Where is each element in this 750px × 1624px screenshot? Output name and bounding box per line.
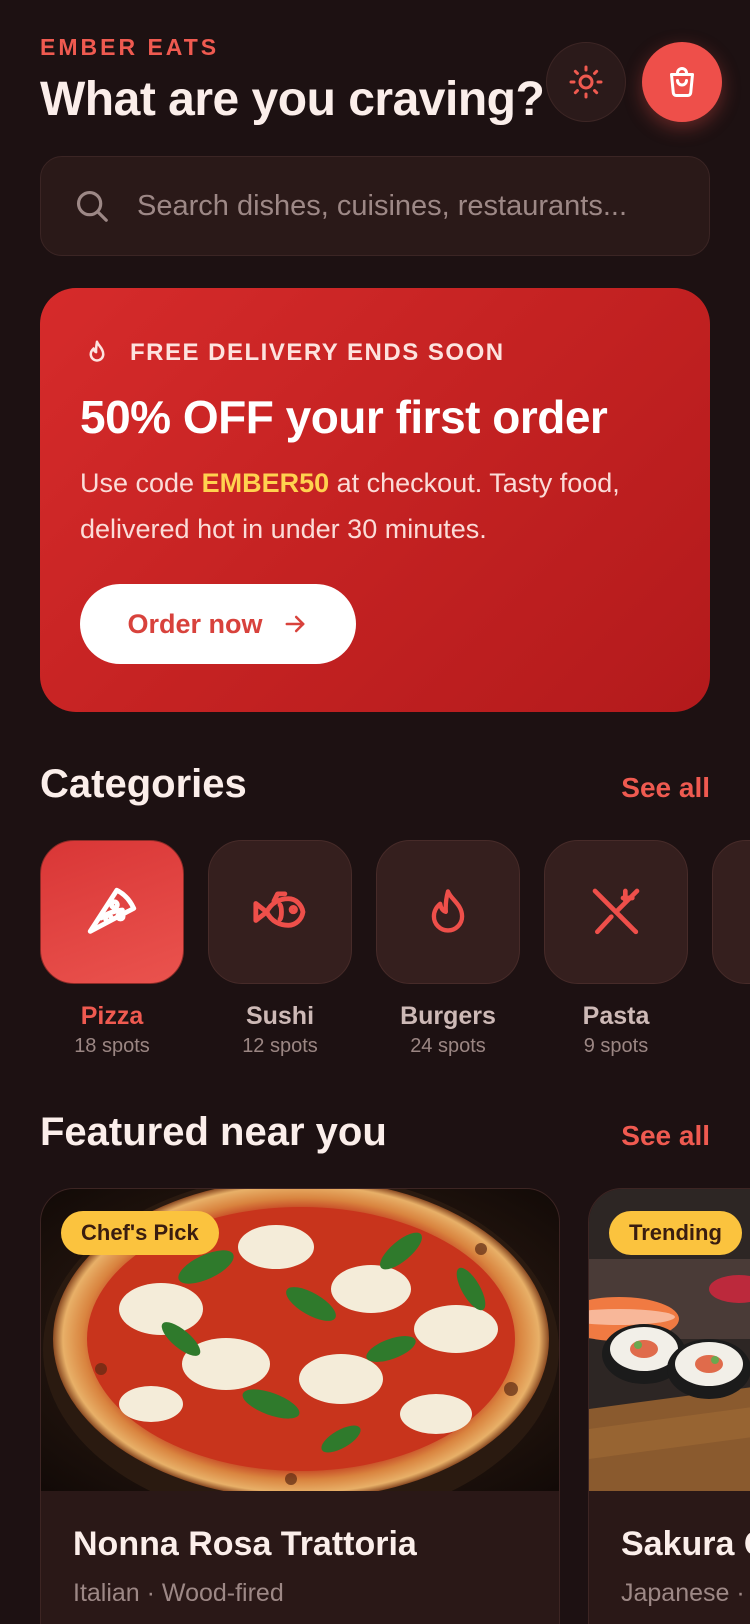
featured-list: Chef's Pick Nonna Rosa Trattoria Italian… <box>0 1188 750 1624</box>
promo-tag: FREE DELIVERY ENDS SOON <box>82 338 505 368</box>
category-count: 18 spots <box>74 1035 150 1057</box>
category-pasta[interactable]: Pasta 9 spots <box>544 840 688 1058</box>
category-name: Pizza <box>80 1002 144 1030</box>
category-tile <box>376 840 520 984</box>
category-sushi[interactable]: Sushi 12 spots <box>208 840 352 1058</box>
restaurant-subtitle: Italian · Wood-fired <box>73 1579 284 1607</box>
cart-button[interactable] <box>642 42 722 122</box>
promo-text-before: Use code <box>80 468 202 498</box>
home-screen: EMBER EATS What are you craving? Search … <box>0 0 750 1624</box>
promo-description: Use code EMBER50 at checkout. Tasty food… <box>80 460 680 552</box>
utensils-icon <box>592 888 640 935</box>
featured-see-all-link[interactable]: See all <box>621 1120 710 1152</box>
category-count: 12 spots <box>242 1035 318 1057</box>
category-tile <box>208 840 352 984</box>
category-list: Pizza 18 spots Sushi 12 spots Burgers 24… <box>40 840 750 1070</box>
promo-code: EMBER50 <box>201 468 330 498</box>
restaurant-image: Trending <box>589 1189 750 1491</box>
category-count: 9 spots <box>583 1035 649 1057</box>
restaurant-image: Chef's Pick <box>41 1189 559 1491</box>
categories-see-all-link[interactable]: See all <box>621 772 710 804</box>
category-tile <box>544 840 688 984</box>
restaurant-name: Nonna Rosa Trattoria <box>73 1525 417 1563</box>
promo-tag-label: FREE DELIVERY ENDS SOON <box>130 339 505 366</box>
category-tile <box>40 840 184 984</box>
order-now-button[interactable]: Order now <box>80 584 356 664</box>
category-partial[interactable]: H 1 <box>712 840 750 1058</box>
categories-title: Categories <box>40 762 247 806</box>
sun-icon <box>569 65 603 99</box>
featured-title: Featured near you <box>40 1110 387 1154</box>
page-title: What are you craving? <box>40 73 545 126</box>
arrow-right-icon <box>285 615 304 633</box>
category-count: 1 <box>712 1035 750 1058</box>
category-name: Sushi <box>245 1002 315 1030</box>
promo-title: 50% OFF your first order <box>80 391 608 443</box>
search-bar[interactable] <box>40 156 710 256</box>
flame-icon <box>89 340 105 362</box>
theme-toggle-button[interactable] <box>546 42 626 122</box>
restaurant-card[interactable]: Trending Sakura C Japanese · S <box>588 1188 750 1624</box>
category-burgers[interactable]: Burgers 24 spots <box>376 840 520 1058</box>
fish-icon <box>253 891 306 928</box>
category-name: Burgers <box>400 1002 496 1030</box>
flame-icon <box>431 889 465 933</box>
order-now-label: Order now <box>127 608 263 639</box>
shopping-bag-icon <box>670 67 694 98</box>
pizza-icon <box>87 887 137 934</box>
category-name: H <box>712 1002 750 1031</box>
category-pizza[interactable]: Pizza 18 spots <box>40 840 184 1058</box>
promo-banner: FREE DELIVERY ENDS SOON 50% OFF your fir… <box>40 288 710 712</box>
search-icon <box>76 190 108 222</box>
restaurant-subtitle: Japanese · S <box>621 1579 750 1607</box>
restaurant-card[interactable]: Chef's Pick Nonna Rosa Trattoria Italian… <box>40 1188 560 1624</box>
restaurant-name: Sakura C <box>621 1525 750 1563</box>
category-name: Pasta <box>582 1002 650 1030</box>
restaurant-badge: Trending <box>609 1211 742 1255</box>
brand-name: EMBER EATS <box>40 34 220 60</box>
category-count: 24 spots <box>410 1035 486 1057</box>
category-tile <box>712 840 750 984</box>
search-input[interactable] <box>137 189 677 223</box>
restaurant-badge: Chef's Pick <box>61 1211 219 1255</box>
